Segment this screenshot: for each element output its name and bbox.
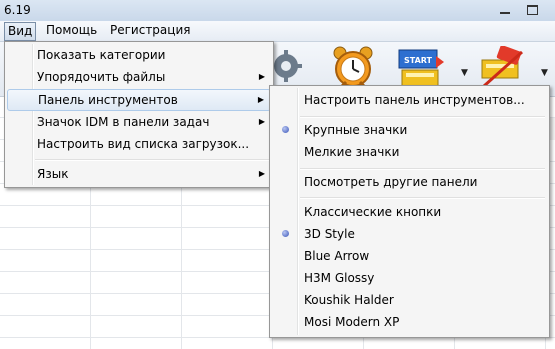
menu-help[interactable]: Помощь — [41, 22, 102, 39]
menu-item-label: Показать категории — [37, 48, 166, 62]
menu-item-style-h3m-glossy[interactable]: H3M Glossy — [272, 267, 547, 289]
menu-item-label: Значок IDM в панели задач — [37, 115, 210, 129]
stop-queue-dropdown-icon[interactable]: ▼ — [541, 68, 548, 78]
toolbar-submenu: Настроить панель инструментов... Крупные… — [269, 85, 550, 338]
menu-item-label: H3M Glossy — [304, 271, 375, 285]
maximize-button[interactable] — [519, 0, 545, 19]
menu-item-customize-list[interactable]: Настроить вид списка загрузок... — [7, 133, 271, 155]
submenu-arrow-icon: ▶ — [257, 95, 264, 104]
menu-separator — [300, 168, 545, 170]
menu-item-style-classic[interactable]: Классические кнопки — [272, 201, 547, 223]
options-icon[interactable] — [270, 46, 304, 86]
menu-item-label: Настроить панель инструментов... — [304, 93, 525, 107]
menu-item-sort-files[interactable]: Упорядочить файлы ▶ — [7, 66, 271, 88]
menu-item-small-icons[interactable]: Мелкие значки — [272, 141, 547, 163]
menu-item-label: Blue Arrow — [304, 249, 370, 263]
window-title: 6.19 — [4, 3, 31, 17]
menu-item-label: Классические кнопки — [304, 205, 442, 219]
menu-item-language[interactable]: Язык ▶ — [7, 163, 271, 185]
menu-separator — [35, 159, 269, 161]
menu-item-label: Язык — [37, 167, 69, 181]
title-bar: 6.19 — [0, 0, 555, 22]
view-menu-dropdown: Показать категории Упорядочить файлы ▶ П… — [4, 41, 274, 188]
radio-selected-icon — [282, 230, 289, 237]
menu-item-label: Панель инструментов — [38, 93, 178, 107]
menu-item-customize-toolbar[interactable]: Настроить панель инструментов... — [272, 89, 547, 111]
scheduler-icon[interactable] — [330, 44, 376, 90]
submenu-arrow-icon: ▶ — [258, 169, 265, 178]
start-queue-icon[interactable]: START — [396, 48, 446, 88]
menu-item-large-icons[interactable]: Крупные значки — [272, 119, 547, 141]
submenu-arrow-icon: ▶ — [258, 117, 265, 126]
menu-item-label: Mosi Modern XP — [304, 315, 400, 329]
menu-item-label: Крупные значки — [304, 123, 408, 137]
menu-item-label: Мелкие значки — [304, 145, 400, 159]
submenu-arrow-icon: ▶ — [258, 72, 265, 81]
menu-item-style-3d[interactable]: 3D Style — [272, 223, 547, 245]
menu-separator — [300, 197, 545, 199]
menu-item-label: Упорядочить файлы — [37, 70, 166, 84]
minimize-button[interactable] — [492, 0, 518, 19]
start-label: START — [404, 56, 433, 65]
menu-item-style-koushik-halder[interactable]: Koushik Halder — [272, 289, 547, 311]
menu-separator — [300, 116, 545, 118]
menu-item-toolbar[interactable]: Панель инструментов ▶ — [7, 89, 271, 111]
menu-item-view-other-panels[interactable]: Посмотреть другие панели — [272, 171, 547, 193]
menu-item-label: Koushik Halder — [304, 293, 394, 307]
menu-item-style-blue-arrow[interactable]: Blue Arrow — [272, 245, 547, 267]
stop-queue-icon[interactable] — [478, 46, 528, 90]
menu-registration[interactable]: Регистрация — [105, 22, 195, 39]
menu-bar: Вид Помощь Регистрация — [0, 21, 555, 42]
menu-item-label: Настроить вид списка загрузок... — [37, 137, 250, 151]
menu-view[interactable]: Вид — [4, 22, 37, 41]
radio-selected-icon — [282, 126, 289, 133]
menu-item-label: Посмотреть другие панели — [304, 175, 478, 189]
menu-item-tray-icon[interactable]: Значок IDM в панели задач ▶ — [7, 111, 271, 133]
start-queue-dropdown-icon[interactable]: ▼ — [461, 68, 468, 78]
menu-item-label: 3D Style — [304, 227, 355, 241]
menu-item-style-mosi-modern-xp[interactable]: Mosi Modern XP — [272, 311, 547, 333]
menu-item-show-categories[interactable]: Показать категории — [7, 44, 271, 66]
